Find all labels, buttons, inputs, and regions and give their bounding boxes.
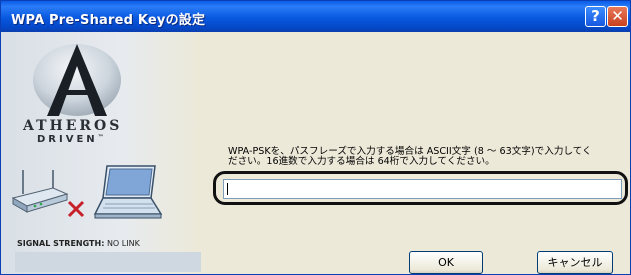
signal-strength: SIGNAL STRENGTH: NO LINK: [17, 239, 140, 248]
instruction-text: WPA-PSKを、パスフレーズで入力する場合は ASCII文字 (8 〜 63文…: [228, 147, 618, 167]
help-button[interactable]: ?: [585, 6, 606, 27]
instruction-line-2: ださい。16進数で入力する場合は 64桁で入力してください。: [228, 156, 495, 167]
brand-tagline-text: DRIVEN: [37, 134, 98, 145]
laptop-icon: [93, 165, 163, 219]
router-icon: [11, 170, 69, 213]
text-cursor: [227, 183, 228, 195]
brand-panel: ATHEROS DRIVEN™ SIGNAL STRENGTH: NO LINK: [1, 32, 201, 274]
signal-strength-value: NO LINK: [106, 239, 140, 248]
title-bar[interactable]: WPA Pre-Shared Keyの設定 ? ✕: [1, 1, 630, 32]
psk-key-input[interactable]: [223, 179, 622, 199]
signal-strength-bar: [15, 252, 201, 272]
brand-name: ATHEROS: [23, 118, 123, 134]
atheros-logo-icon: [33, 44, 121, 116]
signal-strength-label: SIGNAL STRENGTH:: [17, 239, 105, 248]
trademark-mark: ™: [97, 134, 107, 141]
no-connection-x-icon: [67, 200, 85, 218]
ok-button[interactable]: OK: [409, 251, 483, 274]
wpa-psk-dialog: WPA Pre-Shared Keyの設定 ? ✕ ATHEROS DRIVEN…: [0, 0, 631, 275]
window-title: WPA Pre-Shared Keyの設定: [11, 13, 206, 28]
close-button[interactable]: ✕: [607, 6, 628, 27]
brand-tagline: DRIVEN™: [37, 134, 107, 145]
dialog-body: ATHEROS DRIVEN™ SIGNAL STRENGTH: NO LINK…: [1, 32, 630, 274]
cancel-button[interactable]: キャンセル: [537, 251, 613, 274]
